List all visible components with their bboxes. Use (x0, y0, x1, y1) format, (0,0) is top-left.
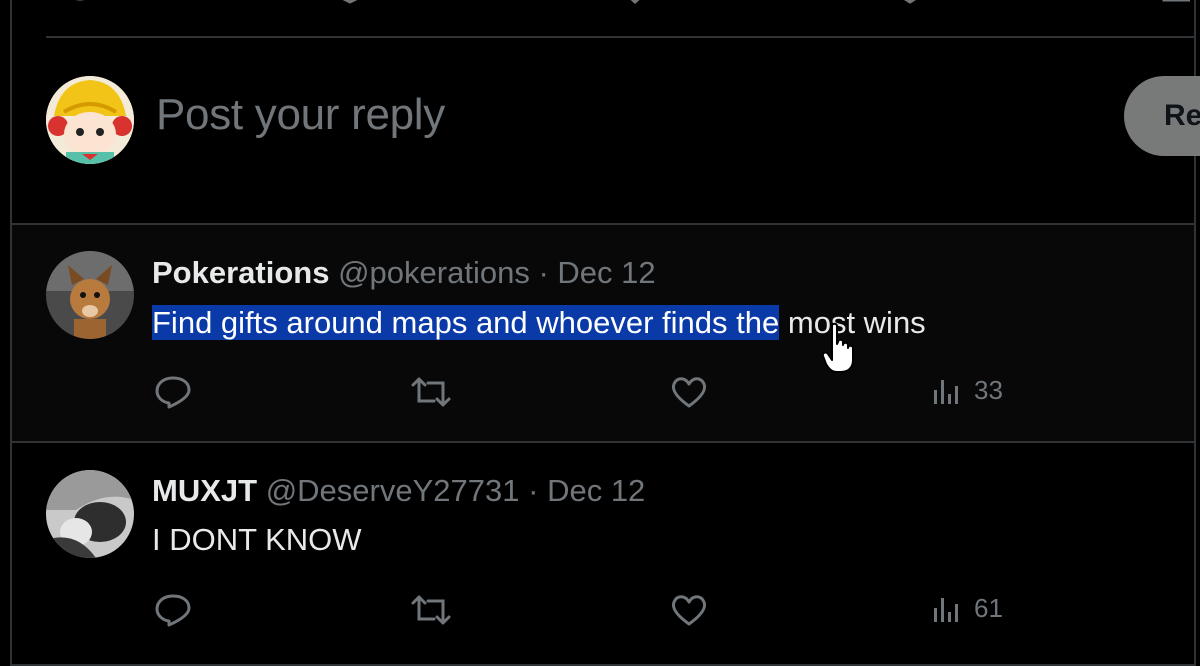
tweet-header: MUXJT @DeserveY27731 · Dec 12 (152, 473, 645, 509)
tweet-actions: 33 (12, 375, 1194, 415)
separator-dot: · (528, 473, 539, 508)
selected-text: Find gifts around maps and whoever finds… (152, 305, 780, 340)
views-action[interactable]: 33 (932, 375, 1003, 406)
repost-icon (411, 377, 451, 407)
repost-action[interactable] (410, 593, 452, 627)
repost-icon[interactable] (330, 0, 370, 6)
tweet[interactable]: MUXJT @DeserveY27731 · Dec 12 I DONT KNO… (12, 443, 1194, 665)
reply-composer: Post your reply Re (12, 38, 1200, 224)
user-avatar[interactable] (46, 76, 134, 164)
reply-icon (155, 376, 191, 409)
tweet[interactable]: Pokerations @pokerations · Dec 12 Find g… (12, 225, 1194, 441)
like-action[interactable] (670, 593, 708, 627)
tweet-actions: 61 (12, 593, 1194, 633)
tweet-text: Find gifts around maps and whoever finds… (152, 305, 926, 341)
share-icon[interactable] (1160, 0, 1194, 6)
reply-button[interactable]: Re (1124, 76, 1200, 156)
reply-action[interactable] (154, 375, 192, 409)
views-count: 33 (974, 375, 1003, 405)
views-chart-icon (934, 597, 958, 622)
tweet-date[interactable]: Dec 12 (547, 473, 645, 508)
reply-action[interactable] (154, 593, 192, 627)
heart-icon[interactable] (620, 0, 650, 6)
tweet-header: Pokerations @pokerations · Dec 12 (152, 255, 656, 291)
heart-icon (671, 377, 707, 408)
hand-cursor-icon (822, 322, 854, 373)
views-action[interactable]: 61 (932, 593, 1003, 624)
heart-icon (671, 595, 707, 626)
views-count: 61 (974, 593, 1003, 623)
user-handle[interactable]: @pokerations (338, 255, 530, 290)
tweet-text: I DONT KNOW (152, 522, 362, 558)
views-chart-icon (934, 379, 958, 404)
top-action-bar (0, 0, 1200, 36)
avatar[interactable] (46, 470, 134, 558)
reply-input[interactable]: Post your reply (156, 90, 445, 140)
display-name[interactable]: Pokerations (152, 255, 329, 290)
avatar[interactable] (46, 251, 134, 339)
bookmark-icon[interactable] (890, 0, 930, 6)
separator-dot: · (538, 255, 549, 290)
tweet-text-rest: I DONT KNOW (152, 522, 362, 557)
user-handle[interactable]: @DeserveY27731 (266, 473, 520, 508)
repost-icon (411, 595, 451, 625)
tweet-date[interactable]: Dec 12 (557, 255, 655, 290)
reply-icon[interactable] (60, 0, 100, 6)
like-action[interactable] (670, 375, 708, 409)
display-name[interactable]: MUXJT (152, 473, 257, 508)
reply-thread-view: Post your reply Re Pokerations @pokerati… (0, 0, 1200, 666)
repost-action[interactable] (410, 375, 452, 409)
reply-icon (155, 594, 191, 627)
